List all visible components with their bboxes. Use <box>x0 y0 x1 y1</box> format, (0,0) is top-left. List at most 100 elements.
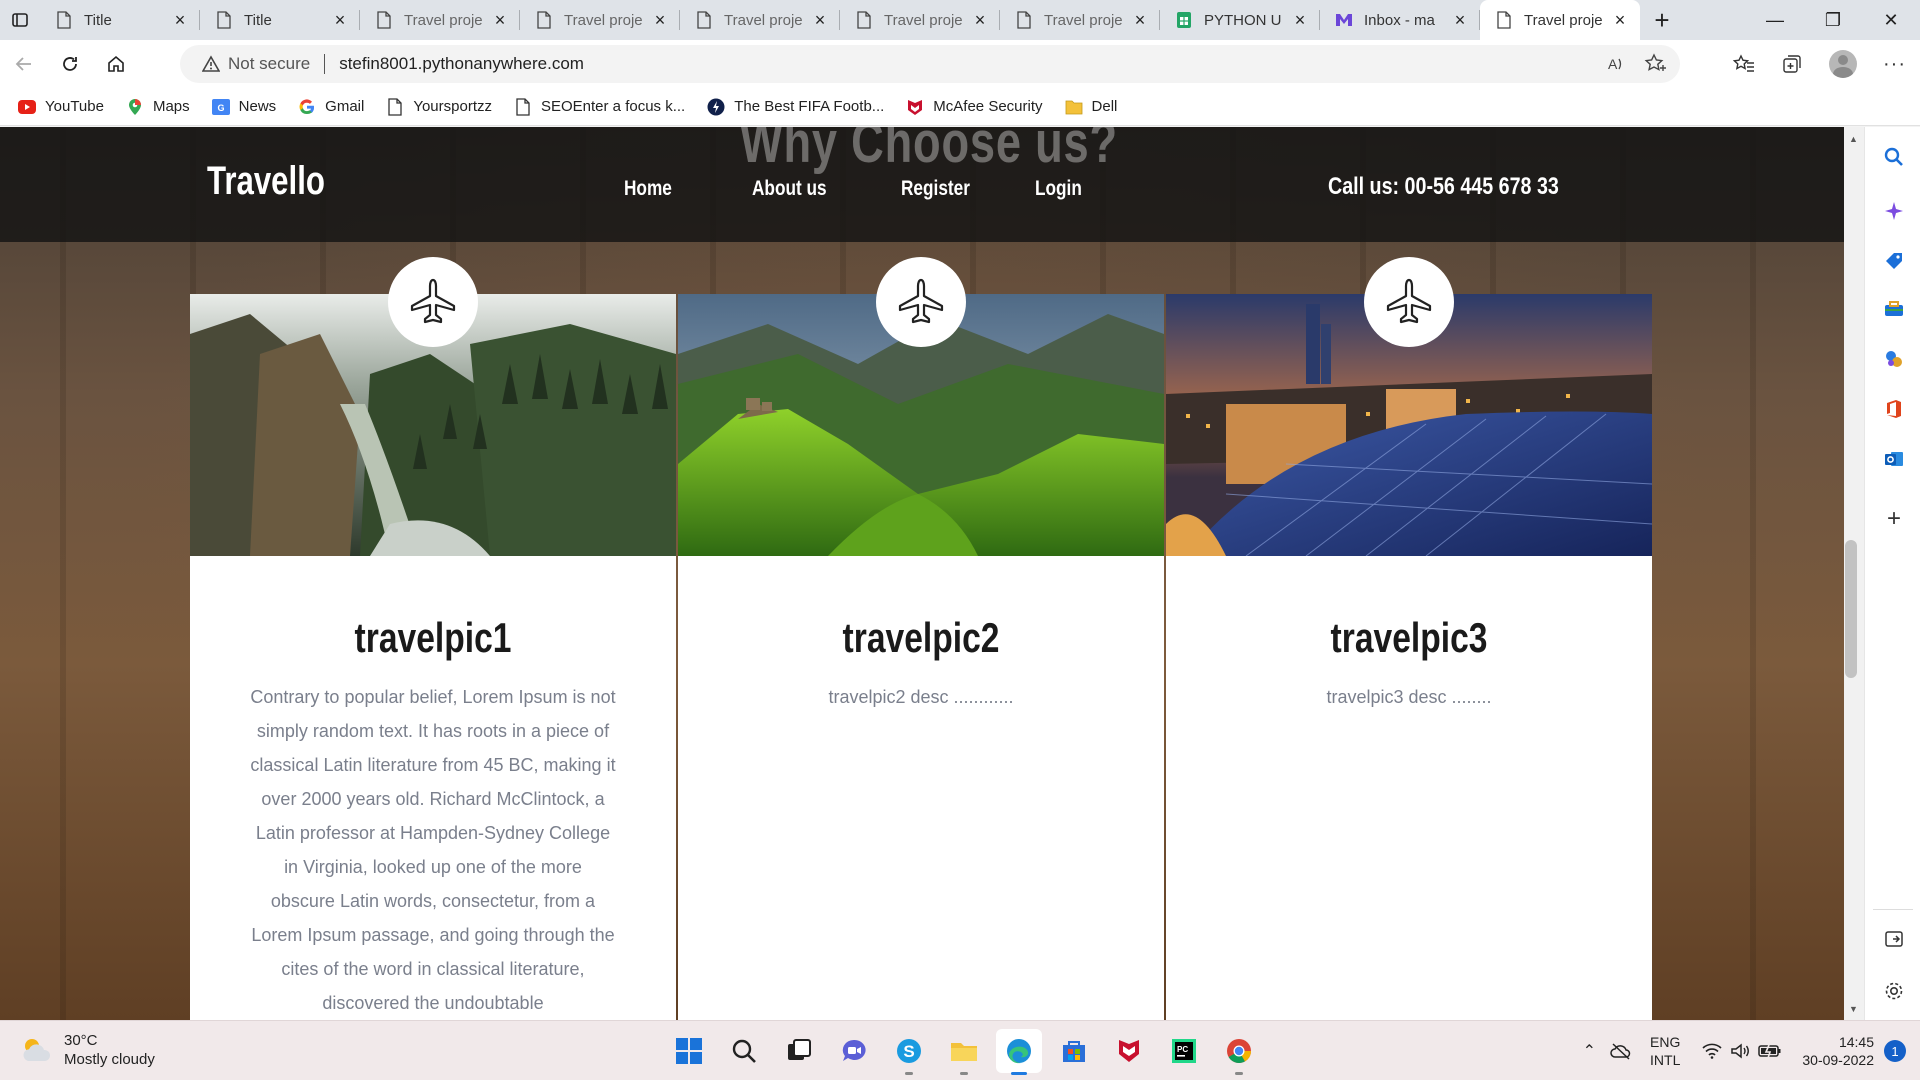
weather-widget[interactable]: 30°C Mostly cloudy <box>20 1031 155 1069</box>
close-tab-icon[interactable]: × <box>330 10 350 30</box>
close-tab-icon[interactable]: × <box>1290 10 1310 30</box>
browser-tab[interactable]: PYTHON U × <box>1160 0 1320 40</box>
system-clock[interactable]: 14:45 30-09-2022 <box>1802 1033 1874 1069</box>
bookmark-item[interactable]: Dell <box>1065 98 1117 116</box>
sidebar-discover-icon[interactable] <box>1882 199 1906 223</box>
browser-tab[interactable]: Travel proje × <box>360 0 520 40</box>
sidebar-search-icon[interactable] <box>1882 145 1906 169</box>
nav-register[interactable]: Register <box>901 177 970 201</box>
page-icon <box>57 11 71 29</box>
onedrive-offline-icon[interactable] <box>1610 1042 1632 1060</box>
home-button[interactable] <box>94 44 138 84</box>
close-tab-icon[interactable]: × <box>650 10 670 30</box>
scroll-up-arrow[interactable]: ▲ <box>1849 134 1858 144</box>
bookmark-item[interactable]: Yoursportzz <box>386 97 492 116</box>
refresh-button[interactable] <box>48 44 92 84</box>
back-button[interactable] <box>2 44 46 84</box>
collections-icon[interactable] <box>1781 53 1803 75</box>
page-icon <box>857 11 871 29</box>
browser-tab[interactable]: Title × <box>200 0 360 40</box>
minimize-button[interactable]: — <box>1746 0 1804 40</box>
favorites-icon[interactable] <box>1733 53 1755 75</box>
close-tab-icon[interactable]: × <box>1450 10 1470 30</box>
sidebar-hide-icon[interactable] <box>1882 927 1906 951</box>
window-controls: — ❐ ✕ <box>1746 0 1920 40</box>
tab-title: Travel proje <box>564 11 643 29</box>
edge-button[interactable] <box>996 1029 1042 1075</box>
close-tab-icon[interactable]: × <box>170 10 190 30</box>
close-tab-icon[interactable]: × <box>970 10 990 30</box>
tab-actions-icon <box>12 13 28 27</box>
destination-card-2[interactable]: travelpic2 travelpic2 desc ............ <box>678 257 1164 1020</box>
close-tab-icon[interactable]: × <box>1610 10 1630 30</box>
close-tab-icon[interactable]: × <box>810 10 830 30</box>
settings-more-icon[interactable]: ··· <box>1883 53 1906 76</box>
bookmark-item[interactable]: Gmail <box>298 98 364 116</box>
show-hidden-icons-button[interactable]: ⌃ <box>1583 1041 1596 1061</box>
sidebar-office-icon[interactable] <box>1882 397 1906 421</box>
profile-avatar[interactable] <box>1829 50 1858 78</box>
file-explorer-button[interactable] <box>941 1029 987 1075</box>
google-icon <box>298 98 316 116</box>
sidebar-tools-icon[interactable] <box>1882 297 1906 321</box>
close-window-button[interactable]: ✕ <box>1862 0 1920 40</box>
pycharm-button[interactable]: PC <box>1161 1029 1207 1073</box>
tab-title: Travel proje <box>1044 11 1123 29</box>
sidebar-games-icon[interactable] <box>1882 347 1906 371</box>
chat-button[interactable] <box>831 1029 877 1073</box>
read-aloud-icon[interactable]: A <box>1606 54 1626 74</box>
mail-icon <box>1336 14 1352 26</box>
battery-charging-icon[interactable] <box>1758 1043 1782 1059</box>
browser-tab[interactable]: Travel proje × <box>520 0 680 40</box>
sidebar-shopping-icon[interactable] <box>1882 249 1906 273</box>
url-text[interactable]: stefin8001.pythonanywhere.com <box>339 54 584 74</box>
close-tab-icon[interactable]: × <box>490 10 510 30</box>
start-button[interactable] <box>666 1029 712 1073</box>
sidebar-add-icon[interactable]: + <box>1882 505 1906 532</box>
security-indicator[interactable]: Not secure <box>202 54 310 74</box>
store-button[interactable] <box>1051 1029 1097 1073</box>
bookmark-item[interactable]: SEOEnter a focus k... <box>514 97 685 116</box>
taskbar-search-button[interactable] <box>721 1029 767 1073</box>
destination-card-3[interactable]: travelpic3 travelpic3 desc ........ <box>1166 257 1652 1020</box>
new-tab-button[interactable]: + <box>1640 0 1684 40</box>
notification-badge[interactable]: 1 <box>1884 1040 1906 1062</box>
address-bar[interactable]: Not secure stefin8001.pythonanywhere.com… <box>180 45 1680 83</box>
wifi-icon[interactable] <box>1702 1043 1722 1059</box>
bookmark-item[interactable]: YouTube <box>18 98 104 116</box>
back-arrow-icon <box>15 57 31 71</box>
bookmark-item[interactable]: G News <box>211 98 276 116</box>
skype-button[interactable]: S <box>886 1029 932 1075</box>
tab-favicon <box>1494 10 1514 30</box>
nav-about-us[interactable]: About us <box>752 177 827 201</box>
scrollbar-thumb[interactable] <box>1845 540 1857 678</box>
nav-login[interactable]: Login <box>1035 177 1082 201</box>
scroll-down-arrow[interactable]: ▼ <box>1849 1004 1858 1014</box>
browser-tab[interactable]: Travel proje × <box>680 0 840 40</box>
chrome-button[interactable] <box>1216 1029 1262 1075</box>
browser-tab[interactable]: Title × <box>40 0 200 40</box>
sidebar-outlook-icon[interactable] <box>1882 447 1906 471</box>
svg-text:G: G <box>217 103 224 113</box>
restore-button[interactable]: ❐ <box>1804 0 1862 40</box>
bookmark-item[interactable]: The Best FIFA Footb... <box>707 98 884 116</box>
task-view-button[interactable] <box>776 1029 822 1073</box>
close-tab-icon[interactable]: × <box>1130 10 1150 30</box>
destination-card-1[interactable]: travelpic1 Contrary to popular belief, L… <box>190 257 676 1020</box>
sidebar-settings-icon[interactable] <box>1882 979 1906 1003</box>
browser-tab[interactable]: Inbox - ma × <box>1320 0 1480 40</box>
browser-tab[interactable]: Travel proje × <box>1000 0 1160 40</box>
mcafee-button[interactable] <box>1106 1029 1152 1073</box>
page-icon <box>1017 11 1031 29</box>
browser-tab[interactable]: Travel proje × <box>840 0 1000 40</box>
volume-icon[interactable] <box>1730 1043 1750 1059</box>
address-separator <box>324 54 326 74</box>
language-indicator[interactable]: ENG INTL <box>1650 1033 1680 1069</box>
bookmark-item[interactable]: McAfee Security <box>906 98 1043 116</box>
tab-actions-button[interactable] <box>0 0 40 40</box>
nav-home[interactable]: Home <box>624 177 672 201</box>
bookmark-item[interactable]: Maps <box>126 98 190 116</box>
browser-tab[interactable]: Travel proje × <box>1480 0 1640 40</box>
add-favorite-icon[interactable] <box>1644 53 1666 75</box>
site-logo[interactable]: Travello <box>207 159 325 204</box>
